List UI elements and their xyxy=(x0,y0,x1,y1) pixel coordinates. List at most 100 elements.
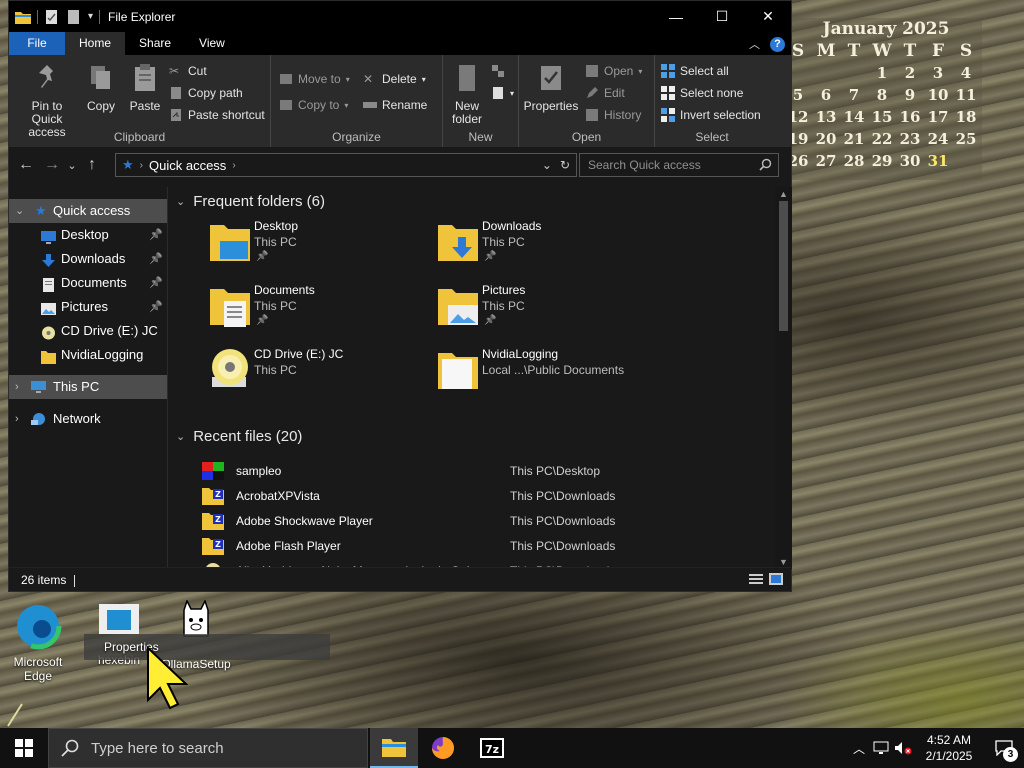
clock-date: 2/1/2025 xyxy=(925,749,973,763)
edge-label: Microsoft Edge xyxy=(13,655,66,683)
details-view-icon[interactable] xyxy=(749,573,763,585)
start-button[interactable] xyxy=(0,728,48,768)
open-button[interactable]: Open ▾ xyxy=(585,61,642,81)
taskbar-7zip[interactable]: 7z xyxy=(468,728,516,768)
delete-button[interactable]: ✕ Delete ▾ xyxy=(363,69,426,89)
scroll-down-arrow-icon[interactable]: ▼ xyxy=(775,557,792,567)
volume-muted-icon[interactable] xyxy=(892,728,914,768)
recent-file-row[interactable]: Z Adobe Flash Player This PC\Downloads xyxy=(202,534,762,559)
invert-selection-button[interactable]: Invert selection xyxy=(661,105,761,125)
expand-chevron-icon[interactable]: ⌄ xyxy=(15,199,24,223)
desktop-icon-edge[interactable]: Microsoft Edge xyxy=(4,602,72,683)
back-arrow-icon[interactable]: ← xyxy=(13,156,39,174)
network-tray-icon[interactable] xyxy=(870,728,892,768)
pictures-folder-icon xyxy=(436,283,480,329)
desktop-folder-icon xyxy=(208,219,252,265)
copy-path-button[interactable]: Copy path xyxy=(169,83,243,103)
properties-button[interactable]: Properties xyxy=(523,63,579,113)
recent-file-row[interactable]: Z AcrobatXPVista This PC\Downloads xyxy=(202,484,762,509)
close-button[interactable]: ✕ xyxy=(745,1,791,32)
frequent-folder-tile[interactable]: NvidiaLogging Local ...\Public Documents xyxy=(436,343,656,401)
refresh-icon[interactable]: ↻ xyxy=(560,158,570,172)
tab-view[interactable]: View xyxy=(185,32,239,55)
ribbon-tabs: File Home Share View ︿ ? xyxy=(9,32,791,55)
rename-button[interactable]: Rename xyxy=(363,95,427,115)
collapse-chevron-icon[interactable]: › xyxy=(15,407,19,431)
tab-share[interactable]: Share xyxy=(125,32,185,55)
taskbar-file-explorer[interactable] xyxy=(370,728,418,768)
new-folder-quick-icon[interactable] xyxy=(66,9,82,24)
calendar-day: 16 xyxy=(899,108,921,126)
recent-file-row[interactable]: Z Adobe Shockwave Player This PC\Downloads xyxy=(202,509,762,534)
search-input[interactable]: Search Quick access xyxy=(579,153,779,177)
frequent-folders-header[interactable]: ⌄ Frequent folders (6) xyxy=(176,193,325,210)
copy-button[interactable]: Copy xyxy=(81,63,121,113)
action-center-button[interactable]: 3 xyxy=(984,728,1024,768)
nav-item-nvidialogging[interactable]: NvidiaLogging xyxy=(9,343,167,367)
frequent-folder-tile[interactable]: Downloads This PC 📌 xyxy=(436,215,656,273)
taskbar-search-input[interactable]: Type here to search xyxy=(48,728,368,768)
customize-toolbar-chevron-icon[interactable]: ▾ xyxy=(88,11,93,22)
nav-item-desktop[interactable]: Desktop 📌 xyxy=(9,223,167,247)
collapse-chevron-icon[interactable]: › xyxy=(15,375,19,399)
pin-icon: 📌 xyxy=(149,253,163,265)
recent-files-header[interactable]: ⌄ Recent files (20) xyxy=(176,428,302,445)
frequent-folder-tile[interactable]: Documents This PC 📌 xyxy=(208,279,428,337)
new-item-button[interactable] xyxy=(491,61,505,81)
easy-access-button[interactable]: ▾ xyxy=(491,83,514,103)
nav-item-documents[interactable]: Documents 📌 xyxy=(9,271,167,295)
title-bar[interactable]: ▾ File Explorer — ☐ ✕ xyxy=(9,1,791,32)
move-to-icon xyxy=(280,74,292,84)
move-to-button[interactable]: Move to ▾ xyxy=(279,69,350,89)
frequent-folder-tile[interactable]: Pictures This PC 📌 xyxy=(436,279,656,337)
nav-item-cd-drive[interactable]: CD Drive (E:) JC xyxy=(9,319,167,343)
copy-path-icon xyxy=(171,87,181,99)
maximize-button[interactable]: ☐ xyxy=(699,1,745,32)
nav-this-pc[interactable]: › This PC xyxy=(9,375,167,399)
edit-button[interactable]: Edit xyxy=(585,83,625,103)
breadcrumb-quick-access[interactable]: Quick access xyxy=(149,158,226,173)
scroll-up-arrow-icon[interactable]: ▲ xyxy=(775,189,792,199)
large-icons-view-icon[interactable] xyxy=(769,573,783,585)
minimize-button[interactable]: — xyxy=(653,1,699,32)
help-icon[interactable]: ? xyxy=(770,36,785,52)
select-none-button[interactable]: Select none xyxy=(661,83,743,103)
paste-shortcut-button[interactable]: Paste shortcut xyxy=(169,105,265,125)
paste-button[interactable]: Paste xyxy=(125,63,165,113)
copy-to-button[interactable]: Copy to ▾ xyxy=(279,95,348,115)
pin-icon: 📌 xyxy=(256,315,269,326)
recent-locations-chevron-icon[interactable]: ⌄ xyxy=(65,159,79,172)
nav-item-downloads[interactable]: Downloads 📌 xyxy=(9,247,167,271)
address-box[interactable]: ★ › Quick access › ⌄ ↻ xyxy=(115,153,577,177)
history-button[interactable]: History xyxy=(585,105,641,125)
clock[interactable]: 4:52 AM 2/1/2025 xyxy=(914,732,984,764)
frequent-folder-tile[interactable]: Desktop This PC 📌 xyxy=(208,215,428,273)
tab-home[interactable]: Home xyxy=(65,32,126,55)
7zip-icon: 7z xyxy=(480,738,504,758)
section-collapse-chevron-icon[interactable]: ⌄ xyxy=(176,195,185,208)
forward-arrow-icon[interactable]: → xyxy=(39,156,65,174)
address-dropdown-icon[interactable]: ⌄ xyxy=(542,158,552,172)
frequent-folder-tile[interactable]: CD Drive (E:) JC This PC xyxy=(208,343,428,401)
nav-item-pictures[interactable]: Pictures 📌 xyxy=(9,295,167,319)
select-all-button[interactable]: Select all xyxy=(661,61,729,81)
tab-file[interactable]: File xyxy=(9,32,65,55)
desktop-calendar-widget: January 2025 S M T W T F S 1 2 3 4 5 6 7 8 9 10 11 12 13 14 1… xyxy=(788,18,982,180)
nav-quick-access[interactable]: ⌄ ★ Quick access xyxy=(9,199,167,223)
up-arrow-icon[interactable]: ↑ xyxy=(79,156,105,174)
scroll-thumb[interactable] xyxy=(779,201,788,331)
collapse-ribbon-icon[interactable]: ︿ xyxy=(749,36,760,52)
pin-to-quick-access-button[interactable]: Pin to Quick access xyxy=(15,63,79,139)
taskbar-firefox[interactable] xyxy=(419,728,467,768)
properties-quick-icon[interactable] xyxy=(44,9,60,24)
section-collapse-chevron-icon[interactable]: ⌄ xyxy=(176,430,185,443)
nav-network[interactable]: › Network xyxy=(9,407,167,431)
content-scrollbar[interactable]: ▲ ▼ xyxy=(775,187,792,569)
show-hidden-icons-chevron-icon[interactable]: ︿ xyxy=(848,728,870,768)
new-folder-button[interactable]: New folder xyxy=(447,63,487,126)
recent-file-row[interactable]: sampleo This PC\Desktop xyxy=(202,459,762,484)
status-bar: 26 items xyxy=(9,567,791,591)
paste-shortcut-icon xyxy=(171,109,181,121)
paste-label: Paste xyxy=(129,99,161,113)
cut-button[interactable]: ✂ Cut xyxy=(169,61,207,81)
